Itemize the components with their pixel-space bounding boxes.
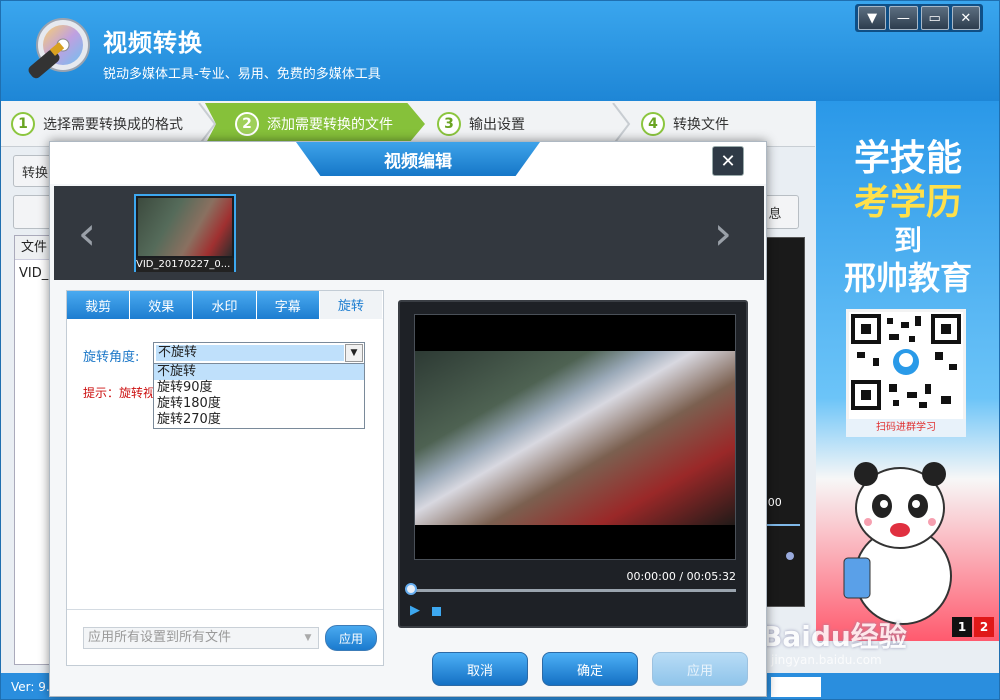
video-edit-dialog: 视频编辑 ✕ ‹ VID_20170227_0... › 裁剪 效果 水印 字幕…: [49, 141, 767, 697]
rotation-select[interactable]: 不旋转 ▼: [153, 342, 365, 364]
total-time: 00:05:32: [686, 570, 736, 583]
step-label: 输出设置: [469, 117, 525, 133]
step-label: 转换文件: [673, 117, 729, 133]
chevron-down-icon[interactable]: ▼: [300, 630, 316, 646]
ad-line-2: 考学历: [853, 181, 962, 223]
chevron-right-icon: [612, 103, 631, 145]
maximize-button[interactable]: ▭: [920, 6, 949, 30]
edit-tabs-panel: 裁剪 效果 水印 字幕 旋转 旋转角度: 不旋转 ▼ 不旋转 旋转90度 旋转1…: [66, 290, 384, 666]
step-number: 4: [641, 112, 665, 136]
baidu-watermark: Baidu经验: [761, 620, 907, 653]
app-subtitle: 锐动多媒体工具-专业、易用、免费的多媒体工具: [103, 67, 381, 82]
dialog-title: 视频编辑: [296, 142, 540, 176]
ad-pagination: 1 2: [952, 617, 994, 637]
thumbnail-image: [138, 198, 232, 256]
ad-line-4: 邢帅教育: [843, 259, 972, 297]
ad-banner[interactable]: 学技能 考学历 到 邢帅教育 扫码进群学习 1 2: [816, 101, 999, 641]
seek-knob[interactable]: [405, 583, 417, 595]
rotation-selected-value: 不旋转: [156, 345, 344, 361]
thumbnail-label: VID_20170227_0...: [136, 258, 234, 272]
apply-all-select[interactable]: 应用所有设置到所有文件 ▼: [83, 627, 319, 649]
step-label: 选择需要转换成的格式: [43, 117, 183, 133]
menu-dropdown-button[interactable]: ▼: [858, 6, 887, 30]
step-3[interactable]: 3 输出设置: [437, 103, 607, 145]
app-window: 视频转换 锐动多媒体工具-专业、易用、免费的多媒体工具 ▼ — ▭ ✕ 1 选择…: [0, 0, 1000, 700]
thumbnail-strip: ‹ VID_20170227_0... ›: [54, 186, 764, 280]
apply-button[interactable]: 应用: [652, 652, 748, 686]
tab-rotate[interactable]: 旋转: [319, 291, 384, 319]
rotation-dropdown-list: 不旋转 旋转90度 旋转180度 旋转270度: [153, 363, 365, 429]
step-number: 1: [11, 112, 35, 136]
divider: [67, 609, 383, 610]
step-number: 3: [437, 112, 461, 136]
progress-line: [764, 524, 800, 526]
rotation-option[interactable]: 旋转270度: [154, 412, 364, 428]
video-viewport: [414, 314, 736, 560]
rotation-hint: 提示：旋转视: [83, 386, 156, 400]
qr-code-icon: [851, 314, 961, 410]
tab-crop[interactable]: 裁剪: [67, 291, 131, 319]
minimize-button[interactable]: —: [889, 6, 918, 30]
ad-page-1[interactable]: 1: [952, 617, 972, 637]
cancel-button[interactable]: 取消: [432, 652, 528, 686]
dialog-close-button[interactable]: ✕: [712, 146, 744, 176]
step-2[interactable]: 2 添加需要转换的文件: [205, 103, 425, 145]
current-time: 00:00:00: [626, 570, 676, 583]
next-arrow-icon[interactable]: ›: [708, 208, 738, 258]
panda-mascot-icon: [843, 462, 952, 625]
play-icon[interactable]: ▶: [410, 604, 424, 618]
window-controls: ▼ — ▭ ✕: [855, 4, 983, 32]
stop-icon[interactable]: [432, 607, 441, 616]
time-display: 00:00:00 / 00:05:32: [414, 570, 736, 583]
app-title: 视频转换: [103, 29, 203, 57]
rotation-option[interactable]: 旋转90度: [154, 380, 364, 396]
tab-effects[interactable]: 效果: [130, 291, 194, 319]
preview-background: :00: [761, 237, 805, 607]
video-frame: [415, 351, 735, 525]
step-4[interactable]: 4 转换文件: [641, 103, 811, 145]
baidu-watermark-url: jingyan.baidu.com: [771, 653, 882, 667]
rotation-option[interactable]: 不旋转: [154, 364, 364, 380]
seek-bar[interactable]: [410, 589, 736, 592]
ad-page-2[interactable]: 2: [974, 617, 994, 637]
step-label: 添加需要转换的文件: [267, 117, 393, 133]
qr-code: [846, 309, 966, 433]
close-button[interactable]: ✕: [951, 6, 980, 30]
cd-logo-icon: [28, 18, 90, 79]
ok-button[interactable]: 确定: [542, 652, 638, 686]
dialog-titlebar: 视频编辑 ✕: [50, 142, 766, 184]
status-box: [771, 677, 821, 697]
prev-arrow-icon[interactable]: ‹: [72, 208, 102, 258]
app-header: 视频转换 锐动多媒体工具-专业、易用、免费的多媒体工具 ▼ — ▭ ✕: [1, 1, 999, 101]
time-separator: /: [679, 570, 684, 583]
chevron-down-icon[interactable]: ▼: [345, 344, 363, 362]
step-number: 2: [235, 112, 259, 136]
rotation-label: 旋转角度:: [83, 350, 140, 365]
apply-settings-button[interactable]: 应用: [325, 625, 377, 651]
tab-subtitle[interactable]: 字幕: [256, 291, 320, 319]
edit-tabs: 裁剪 效果 水印 字幕 旋转: [67, 291, 384, 319]
rotation-option[interactable]: 旋转180度: [154, 396, 364, 412]
qr-caption: 扫码进群学习: [846, 419, 966, 437]
video-player: 00:00:00 / 00:05:32 ▶: [398, 300, 748, 628]
step-1[interactable]: 1 选择需要转换成的格式: [11, 103, 211, 145]
tab-watermark[interactable]: 水印: [193, 291, 257, 319]
slider-knob[interactable]: [786, 552, 794, 560]
video-thumbnail[interactable]: VID_20170227_0...: [134, 194, 236, 272]
apply-all-text: 应用所有设置到所有文件: [88, 630, 232, 645]
